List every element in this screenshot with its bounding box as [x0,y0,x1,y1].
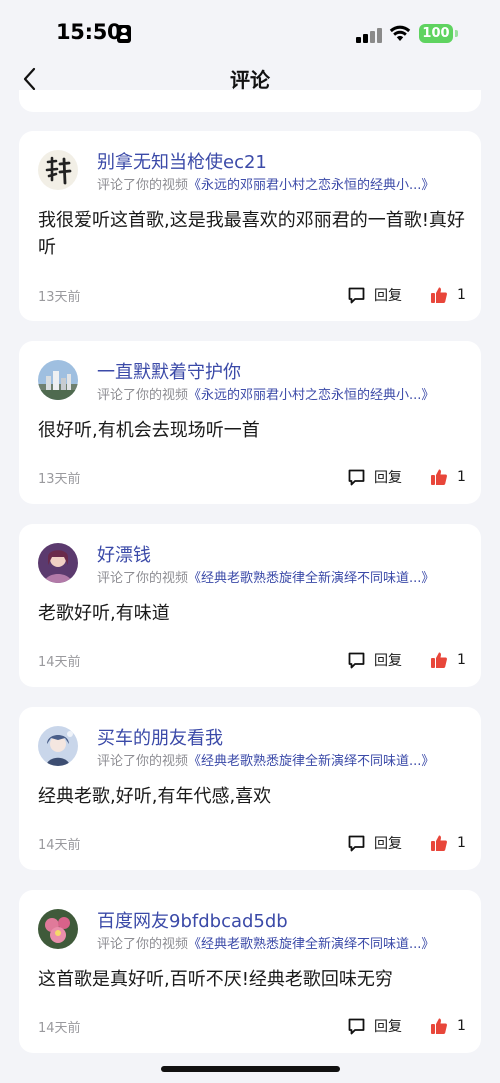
battery-indicator: 100 [419,24,453,43]
city-photo-avatar-icon [38,360,78,400]
comment-card: 别拿无知当枪使ec21 评论了你的视频《永远的邓丽君小村之恋永恒的经典小...》… [19,131,481,321]
thumbs-up-icon [431,1018,447,1034]
comment-bubble-icon [348,835,365,851]
username[interactable]: 百度网友9bfdbcad5db [97,907,288,933]
comment-context: 评论了你的视频《永远的邓丽君小村之恋永恒的经典小...》 [97,384,434,403]
thumbs-up-icon [431,287,447,303]
username[interactable]: 买车的朋友看我 [97,724,223,750]
battery-tip [455,30,458,37]
status-bar: 15:50 100 [0,0,500,62]
flower-avatar-icon [38,909,78,949]
home-indicator[interactable] [161,1066,340,1072]
like-count: 1 [457,1018,466,1034]
thumbs-up-icon [431,835,447,851]
reply-label: 回复 [374,1019,402,1035]
comment-card: 一直默默着守护你 评论了你的视频《永远的邓丽君小村之恋永恒的经典小...》 很好… [19,341,481,504]
comment-text: 老歌好听,有味道 [38,603,170,624]
comments-screen: 15:50 100 评论 别拿无知当枪使ec21 评论了你的视频《永远的邓丽君小… [0,0,500,1083]
comment-time: 13天前 [38,290,81,305]
thumbs-up-icon [431,469,447,485]
comment-context: 评论了你的视频《经典老歌熟悉旋律全新演绎不同味道...》 [97,933,434,952]
comment-text: 这首歌是真好听,百听不厌!经典老歌回味无穷 [38,969,393,990]
like-count: 1 [457,469,466,485]
reply-label: 回复 [374,836,402,852]
context-prefix: 评论了你的视频 [97,937,189,952]
username[interactable]: 好漂钱 [97,541,151,567]
comment-card: 好漂钱 评论了你的视频《经典老歌熟悉旋律全新演绎不同味道...》 老歌好听,有味… [19,524,481,687]
user-avatar[interactable] [38,543,78,583]
video-title-link[interactable]: 《永远的邓丽君小村之恋永恒的经典小...》 [188,178,434,193]
comment-context: 评论了你的视频《永远的邓丽君小村之恋永恒的经典小...》 [97,174,434,193]
video-title-link[interactable]: 《经典老歌熟悉旋律全新演绎不同味道...》 [188,754,434,769]
previous-comment-card [19,90,481,112]
comment-text: 很好听,有机会去现场听一首 [38,420,260,441]
comment-time: 14天前 [38,655,81,670]
comment-bubble-icon [348,652,365,668]
user-avatar[interactable] [38,150,78,190]
reply-label: 回复 [374,288,402,304]
comment-time: 14天前 [38,1021,81,1036]
user-avatar[interactable] [38,726,78,766]
context-prefix: 评论了你的视频 [97,178,189,193]
like-button[interactable]: 1 [430,649,466,671]
like-button[interactable]: 1 [430,1015,466,1037]
video-title-link[interactable]: 《永远的邓丽君小村之恋永恒的经典小...》 [188,388,434,403]
comment-text: 我很爱听这首歌,这是我最喜欢的邓丽君的一首歌!真好听 [38,210,465,258]
like-count: 1 [457,287,466,303]
comment-text: 经典老歌,好听,有年代感,喜欢 [38,786,272,807]
reply-button[interactable]: 回复 [347,1015,402,1037]
comment-list: 别拿无知当枪使ec21 评论了你的视频《永远的邓丽君小村之恋永恒的经典小...》… [19,131,481,1053]
contact-card-icon [117,25,131,43]
status-time: 15:50 [56,20,122,44]
reply-button[interactable]: 回复 [347,284,402,306]
wifi-icon [389,25,411,41]
username[interactable]: 别拿无知当枪使ec21 [97,148,267,174]
comment-context: 评论了你的视频《经典老歌熟悉旋律全新演绎不同味道...》 [97,567,434,586]
like-count: 1 [457,652,466,668]
calligraphy-avatar-icon [38,150,78,190]
comment-time: 14天前 [38,838,81,853]
context-prefix: 评论了你的视频 [97,754,189,769]
reply-label: 回复 [374,653,402,669]
video-title-link[interactable]: 《经典老歌熟悉旋律全新演绎不同味道...》 [188,937,434,952]
page-title: 评论 [230,68,270,92]
comment-bubble-icon [348,469,365,485]
like-button[interactable]: 1 [430,284,466,306]
comment-bubble-icon [348,287,365,303]
username[interactable]: 一直默默着守护你 [97,358,241,384]
reply-label: 回复 [374,470,402,486]
context-prefix: 评论了你的视频 [97,388,189,403]
comment-time: 13天前 [38,472,81,487]
thumbs-up-icon [431,652,447,668]
comment-bubble-icon [348,1018,365,1034]
comment-context: 评论了你的视频《经典老歌熟悉旋律全新演绎不同味道...》 [97,750,434,769]
comment-card: 百度网友9bfdbcad5db 评论了你的视频《经典老歌熟悉旋律全新演绎不同味道… [19,890,481,1053]
like-button[interactable]: 1 [430,466,466,488]
cellular-signal-icon [356,27,382,43]
user-avatar[interactable] [38,909,78,949]
portrait-avatar-icon [38,543,78,583]
like-button[interactable]: 1 [430,832,466,854]
reply-button[interactable]: 回复 [347,832,402,854]
video-title-link[interactable]: 《经典老歌熟悉旋律全新演绎不同味道...》 [188,571,434,586]
reply-button[interactable]: 回复 [347,466,402,488]
comment-card: 买车的朋友看我 评论了你的视频《经典老歌熟悉旋律全新演绎不同味道...》 经典老… [19,707,481,870]
user-avatar[interactable] [38,360,78,400]
like-count: 1 [457,835,466,851]
context-prefix: 评论了你的视频 [97,571,189,586]
anime-avatar-icon [38,726,78,766]
reply-button[interactable]: 回复 [347,649,402,671]
